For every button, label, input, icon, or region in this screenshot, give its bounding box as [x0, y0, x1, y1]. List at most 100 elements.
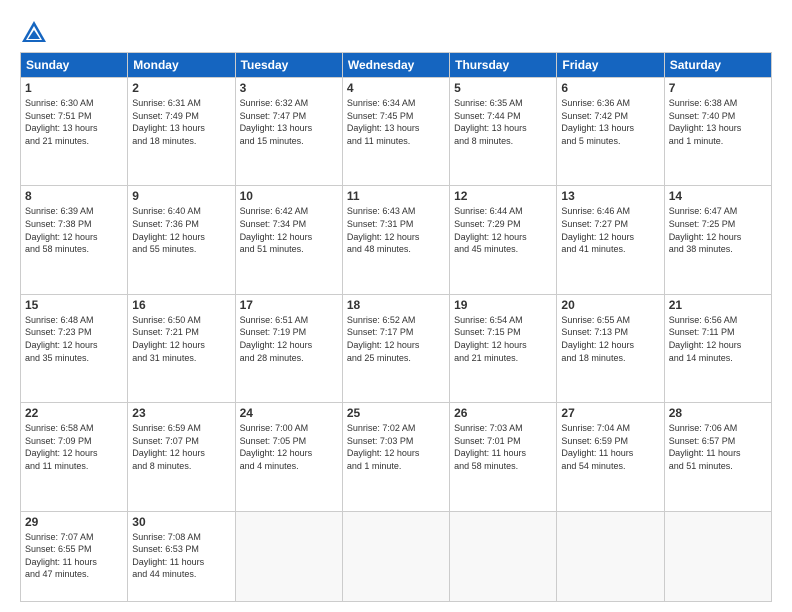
weekday-header: Tuesday — [235, 53, 342, 78]
day-number: 30 — [132, 515, 230, 529]
day-info: Sunrise: 6:47 AM Sunset: 7:25 PM Dayligh… — [669, 205, 767, 255]
day-info: Sunrise: 6:54 AM Sunset: 7:15 PM Dayligh… — [454, 314, 552, 364]
calendar-cell: 4 Sunrise: 6:34 AM Sunset: 7:45 PM Daylig… — [342, 78, 449, 186]
day-number: 19 — [454, 298, 552, 312]
day-number: 22 — [25, 406, 123, 420]
weekday-row: SundayMondayTuesdayWednesdayThursdayFrid… — [21, 53, 772, 78]
weekday-header: Monday — [128, 53, 235, 78]
calendar-cell: 3Sunrise: 6:32 AM Sunset: 7:47 PM Daylig… — [235, 78, 342, 186]
day-info: Sunrise: 7:02 AM Sunset: 7:03 PM Dayligh… — [347, 422, 445, 472]
day-info: Sunrise: 7:06 AM Sunset: 6:57 PM Dayligh… — [669, 422, 767, 472]
calendar-table: SundayMondayTuesdayWednesdayThursdayFrid… — [20, 52, 772, 602]
weekday-header: Saturday — [664, 53, 771, 78]
day-info: Sunrise: 6:40 AM Sunset: 7:36 PM Dayligh… — [132, 205, 230, 255]
day-info: Sunrise: 6:38 AM Sunset: 7:40 PM Dayligh… — [669, 97, 767, 147]
day-number: 16 — [132, 298, 230, 312]
calendar-cell — [235, 511, 342, 601]
day-info: Sunrise: 6:48 AM Sunset: 7:23 PM Dayligh… — [25, 314, 123, 364]
weekday-header: Sunday — [21, 53, 128, 78]
day-info: Sunrise: 6:44 AM Sunset: 7:29 PM Dayligh… — [454, 205, 552, 255]
calendar-cell: 27 Sunrise: 7:04 AM Sunset: 6:59 PM Dayli… — [557, 403, 664, 511]
day-info: Sunrise: 6:36 AM Sunset: 7:42 PM Dayligh… — [561, 97, 659, 147]
calendar-cell: 28 Sunrise: 7:06 AM Sunset: 6:57 PM Dayli… — [664, 403, 771, 511]
day-number: 2 — [132, 81, 230, 95]
calendar-cell: 16 Sunrise: 6:50 AM Sunset: 7:21 PM Dayli… — [128, 294, 235, 402]
calendar-cell: 5Sunrise: 6:35 AM Sunset: 7:44 PM Daylig… — [450, 78, 557, 186]
header — [20, 18, 772, 46]
calendar-cell: 13 Sunrise: 6:46 AM Sunset: 7:27 PM Dayli… — [557, 186, 664, 294]
day-info: Sunrise: 6:52 AM Sunset: 7:17 PM Dayligh… — [347, 314, 445, 364]
day-number: 27 — [561, 406, 659, 420]
day-number: 9 — [132, 189, 230, 203]
calendar-week-row: 29Sunrise: 7:07 AM Sunset: 6:55 PM Dayli… — [21, 511, 772, 601]
day-info: Sunrise: 6:46 AM Sunset: 7:27 PM Dayligh… — [561, 205, 659, 255]
day-info: Sunrise: 6:42 AM Sunset: 7:34 PM Dayligh… — [240, 205, 338, 255]
calendar-cell: 2 Sunrise: 6:31 AM Sunset: 7:49 PM Daylig… — [128, 78, 235, 186]
calendar-week-row: 15Sunrise: 6:48 AM Sunset: 7:23 PM Dayli… — [21, 294, 772, 402]
day-info: Sunrise: 6:56 AM Sunset: 7:11 PM Dayligh… — [669, 314, 767, 364]
calendar-cell: 23 Sunrise: 6:59 AM Sunset: 7:07 PM Dayli… — [128, 403, 235, 511]
day-info: Sunrise: 7:08 AM Sunset: 6:53 PM Dayligh… — [132, 531, 230, 581]
calendar-cell: 11Sunrise: 6:43 AM Sunset: 7:31 PM Dayli… — [342, 186, 449, 294]
calendar-header: SundayMondayTuesdayWednesdayThursdayFrid… — [21, 53, 772, 78]
calendar-cell — [664, 511, 771, 601]
calendar-cell: 8Sunrise: 6:39 AM Sunset: 7:38 PM Daylig… — [21, 186, 128, 294]
day-number: 5 — [454, 81, 552, 95]
weekday-header: Thursday — [450, 53, 557, 78]
day-info: Sunrise: 6:34 AM Sunset: 7:45 PM Dayligh… — [347, 97, 445, 147]
calendar-cell: 1 Sunrise: 6:30 AM Sunset: 7:51 PM Daylig… — [21, 78, 128, 186]
calendar-cell: 10 Sunrise: 6:42 AM Sunset: 7:34 PM Dayli… — [235, 186, 342, 294]
day-number: 13 — [561, 189, 659, 203]
day-number: 21 — [669, 298, 767, 312]
day-info: Sunrise: 6:39 AM Sunset: 7:38 PM Dayligh… — [25, 205, 123, 255]
day-number: 25 — [347, 406, 445, 420]
page: SundayMondayTuesdayWednesdayThursdayFrid… — [0, 0, 792, 612]
day-info: Sunrise: 6:59 AM Sunset: 7:07 PM Dayligh… — [132, 422, 230, 472]
day-info: Sunrise: 7:07 AM Sunset: 6:55 PM Dayligh… — [25, 531, 123, 581]
calendar-cell: 6Sunrise: 6:36 AM Sunset: 7:42 PM Daylig… — [557, 78, 664, 186]
calendar-body: 1 Sunrise: 6:30 AM Sunset: 7:51 PM Daylig… — [21, 78, 772, 602]
day-number: 1 — [25, 81, 123, 95]
calendar-cell — [342, 511, 449, 601]
day-number: 24 — [240, 406, 338, 420]
day-info: Sunrise: 7:04 AM Sunset: 6:59 PM Dayligh… — [561, 422, 659, 472]
calendar-cell — [557, 511, 664, 601]
calendar-cell: 25 Sunrise: 7:02 AM Sunset: 7:03 PM Dayli… — [342, 403, 449, 511]
day-info: Sunrise: 6:51 AM Sunset: 7:19 PM Dayligh… — [240, 314, 338, 364]
calendar-cell: 15Sunrise: 6:48 AM Sunset: 7:23 PM Dayli… — [21, 294, 128, 402]
calendar-cell: 30 Sunrise: 7:08 AM Sunset: 6:53 PM Dayli… — [128, 511, 235, 601]
calendar-cell: 20 Sunrise: 6:55 AM Sunset: 7:13 PM Dayli… — [557, 294, 664, 402]
calendar-cell: 22 Sunrise: 6:58 AM Sunset: 7:09 PM Dayli… — [21, 403, 128, 511]
calendar-cell: 17 Sunrise: 6:51 AM Sunset: 7:19 PM Dayli… — [235, 294, 342, 402]
calendar-cell: 26Sunrise: 7:03 AM Sunset: 7:01 PM Dayli… — [450, 403, 557, 511]
day-number: 23 — [132, 406, 230, 420]
day-info: Sunrise: 6:50 AM Sunset: 7:21 PM Dayligh… — [132, 314, 230, 364]
calendar-cell: 9 Sunrise: 6:40 AM Sunset: 7:36 PM Daylig… — [128, 186, 235, 294]
day-info: Sunrise: 6:31 AM Sunset: 7:49 PM Dayligh… — [132, 97, 230, 147]
logo-icon — [20, 18, 48, 46]
day-info: Sunrise: 6:55 AM Sunset: 7:13 PM Dayligh… — [561, 314, 659, 364]
calendar-week-row: 8Sunrise: 6:39 AM Sunset: 7:38 PM Daylig… — [21, 186, 772, 294]
weekday-header: Friday — [557, 53, 664, 78]
day-number: 4 — [347, 81, 445, 95]
day-number: 10 — [240, 189, 338, 203]
day-info: Sunrise: 7:00 AM Sunset: 7:05 PM Dayligh… — [240, 422, 338, 472]
calendar-cell: 18 Sunrise: 6:52 AM Sunset: 7:17 PM Dayli… — [342, 294, 449, 402]
calendar-cell — [450, 511, 557, 601]
day-number: 7 — [669, 81, 767, 95]
calendar-cell: 21 Sunrise: 6:56 AM Sunset: 7:11 PM Dayli… — [664, 294, 771, 402]
day-info: Sunrise: 6:30 AM Sunset: 7:51 PM Dayligh… — [25, 97, 123, 147]
day-number: 3 — [240, 81, 338, 95]
day-number: 14 — [669, 189, 767, 203]
day-number: 17 — [240, 298, 338, 312]
day-info: Sunrise: 6:43 AM Sunset: 7:31 PM Dayligh… — [347, 205, 445, 255]
calendar-week-row: 22 Sunrise: 6:58 AM Sunset: 7:09 PM Dayli… — [21, 403, 772, 511]
day-number: 20 — [561, 298, 659, 312]
day-number: 12 — [454, 189, 552, 203]
calendar-cell: 24 Sunrise: 7:00 AM Sunset: 7:05 PM Dayli… — [235, 403, 342, 511]
calendar-cell: 14 Sunrise: 6:47 AM Sunset: 7:25 PM Dayli… — [664, 186, 771, 294]
day-info: Sunrise: 6:58 AM Sunset: 7:09 PM Dayligh… — [25, 422, 123, 472]
calendar-week-row: 1 Sunrise: 6:30 AM Sunset: 7:51 PM Daylig… — [21, 78, 772, 186]
day-number: 18 — [347, 298, 445, 312]
day-number: 28 — [669, 406, 767, 420]
